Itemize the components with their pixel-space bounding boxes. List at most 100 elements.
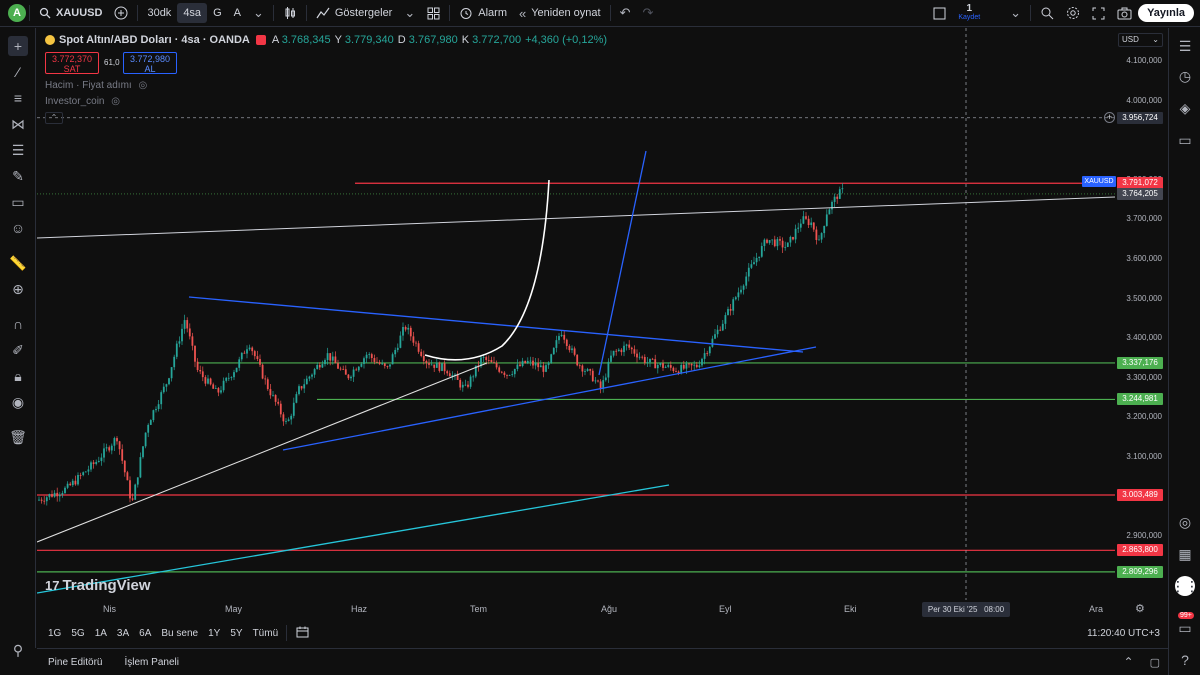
chat-button[interactable]: ▭ bbox=[1175, 130, 1195, 150]
eye-icon[interactable]: ◎ bbox=[138, 80, 147, 91]
annotation-tool[interactable]: ▭ bbox=[8, 192, 28, 212]
axis-settings-button[interactable]: ⚙ bbox=[1135, 602, 1145, 615]
trendline-tool[interactable]: ⁄ bbox=[8, 62, 28, 82]
chart-pane[interactable]: Spot Altın/ABD Doları · 4sa · OANDA A 3.… bbox=[37, 28, 1115, 600]
time-axis[interactable]: Nis May Haz Tem Ağu Eyl Eki Ara Per 30 Eki '25 … bbox=[37, 600, 1168, 620]
interval-1d[interactable]: G bbox=[207, 0, 228, 27]
timezone-clock[interactable]: 11:20:40 UTC+3 bbox=[1087, 628, 1168, 639]
price-axis[interactable]: USD ⌄ 4.100,0004.000,0003.800,0003.700,0… bbox=[1115, 28, 1168, 600]
range-button[interactable]: 3A bbox=[112, 628, 134, 639]
object-tree-tool[interactable]: ⚲ bbox=[8, 640, 28, 660]
notifications-button[interactable]: ▭ 99+ bbox=[1175, 612, 1195, 638]
candle-body bbox=[251, 347, 254, 352]
buy-button[interactable]: 3.772,980 AL bbox=[123, 52, 177, 74]
alerts-button[interactable]: ◷ bbox=[1175, 66, 1195, 86]
undo-icon: ↶ bbox=[619, 5, 631, 20]
price-badge: 2.863,800 bbox=[1117, 544, 1163, 557]
snapshot-button[interactable] bbox=[1111, 0, 1138, 27]
candle-body bbox=[636, 353, 638, 358]
expand-panel-button[interactable]: ⌃ bbox=[1116, 655, 1142, 669]
candle-body bbox=[204, 377, 207, 384]
volume-legend[interactable]: Hacim · Fiyat adımı ◎ bbox=[45, 80, 147, 91]
interval-dropdown[interactable]: ⌄ bbox=[247, 0, 270, 27]
products-button[interactable]: ⋮⋮ bbox=[1171, 576, 1199, 596]
eye-icon[interactable]: ◎ bbox=[111, 96, 120, 107]
help-button[interactable]: ? bbox=[1175, 650, 1195, 670]
prediction-tool[interactable]: ☰ bbox=[8, 140, 28, 160]
range-button[interactable]: 1G bbox=[43, 628, 66, 639]
price-tick-label: 3.200,000 bbox=[1126, 412, 1162, 422]
stay-drawing-tool[interactable]: ✐ bbox=[8, 340, 28, 360]
range-button[interactable]: 5Y bbox=[225, 628, 247, 639]
undo-button[interactable]: ↶ bbox=[614, 0, 637, 27]
ruler-tool[interactable]: 📏 bbox=[8, 253, 28, 273]
pattern-tool[interactable]: ⋈ bbox=[8, 114, 28, 134]
grid-icon bbox=[427, 7, 440, 19]
interval-30m[interactable]: 30dk bbox=[141, 0, 177, 27]
data-window-button[interactable]: ◈ bbox=[1175, 98, 1195, 118]
settings-button[interactable] bbox=[1060, 0, 1086, 27]
fullscreen-layout-button[interactable] bbox=[927, 0, 952, 27]
sell-button[interactable]: 3.772,370 SAT bbox=[45, 52, 99, 74]
candle-body bbox=[95, 461, 98, 464]
price-chart[interactable] bbox=[37, 28, 1115, 600]
tab-pine-editor[interactable]: Pine Editörü bbox=[37, 657, 113, 668]
brush-tool[interactable]: ✎ bbox=[8, 166, 28, 186]
watchlist-button[interactable]: ☰ bbox=[1175, 36, 1195, 56]
candle-body bbox=[220, 390, 222, 393]
range-button[interactable]: 1A bbox=[90, 628, 112, 639]
hide-drawings-tool[interactable]: ◉ bbox=[8, 392, 28, 412]
maximize-panel-button[interactable]: ▢ bbox=[1142, 656, 1168, 669]
goto-date-button[interactable] bbox=[290, 626, 315, 641]
tab-trading-panel[interactable]: İşlem Paneli bbox=[113, 657, 189, 668]
range-button[interactable]: Tümü bbox=[248, 628, 284, 639]
symbol-title[interactable]: Spot Altın/ABD Doları · 4sa · OANDA bbox=[59, 34, 250, 46]
remove-drawings-tool[interactable]: 🗑︎ bbox=[8, 427, 28, 447]
symbol-search-button[interactable]: XAUUSD bbox=[33, 0, 108, 27]
chart-type-button[interactable] bbox=[277, 0, 303, 27]
range-button[interactable]: 1Y bbox=[203, 628, 225, 639]
fib-tool[interactable]: ≡ bbox=[8, 88, 28, 108]
user-avatar[interactable]: A bbox=[8, 4, 26, 22]
candle-body bbox=[238, 359, 241, 368]
templates-button[interactable]: ⌄ bbox=[398, 0, 421, 27]
layouts-button[interactable] bbox=[421, 0, 446, 27]
crosshair-tool[interactable]: + bbox=[8, 36, 28, 56]
candle-body bbox=[524, 360, 527, 364]
add-alert-plus-icon[interactable]: + bbox=[1104, 112, 1115, 123]
candle-body bbox=[129, 480, 131, 499]
lock-drawings-tool[interactable]: 🔒︎ bbox=[8, 366, 28, 386]
save-layout-button[interactable]: 1 Kaydet bbox=[952, 0, 986, 27]
candle-body bbox=[298, 386, 300, 395]
redo-button[interactable]: ↷ bbox=[636, 0, 659, 27]
alarm-button[interactable]: Alarm bbox=[453, 0, 513, 27]
range-button[interactable]: 6A bbox=[134, 628, 156, 639]
candle-body bbox=[641, 356, 644, 358]
interval-1m[interactable]: A bbox=[228, 0, 247, 27]
indicators-button[interactable]: Göstergeler bbox=[310, 0, 398, 27]
interval-4h[interactable]: 4sa bbox=[177, 3, 208, 23]
collapse-legend-button[interactable]: ⌃ bbox=[45, 112, 63, 124]
indicator-legend[interactable]: Investor_coin ◎ bbox=[45, 96, 120, 107]
candle-body bbox=[682, 364, 685, 369]
candle-body bbox=[84, 471, 87, 473]
currency-selector[interactable]: USD ⌄ bbox=[1118, 33, 1163, 47]
screener-button[interactable]: ◎ bbox=[1175, 512, 1195, 532]
candle-body bbox=[805, 216, 807, 219]
compare-button[interactable] bbox=[108, 0, 134, 27]
range-button[interactable]: Bu sene bbox=[156, 628, 203, 639]
candle-body bbox=[654, 359, 657, 369]
sell-price: 3.772,370 bbox=[51, 54, 93, 64]
save-dropdown[interactable]: ⌄ bbox=[1004, 0, 1027, 27]
replay-button[interactable]: « Yeniden oynat bbox=[513, 0, 607, 27]
magnet-tool[interactable]: ∩ bbox=[8, 314, 28, 334]
emoji-tool[interactable]: ☺ bbox=[8, 218, 28, 238]
range-button[interactable]: 5G bbox=[66, 628, 89, 639]
calendar-button[interactable]: ▦ bbox=[1175, 544, 1195, 564]
candle-body bbox=[344, 369, 347, 375]
publish-button[interactable]: Yayınla bbox=[1138, 4, 1194, 22]
quick-search-button[interactable] bbox=[1034, 0, 1060, 27]
fullscreen-button[interactable] bbox=[1086, 0, 1111, 27]
candle-body bbox=[506, 374, 508, 376]
zoom-tool[interactable]: ⊕ bbox=[8, 279, 28, 299]
